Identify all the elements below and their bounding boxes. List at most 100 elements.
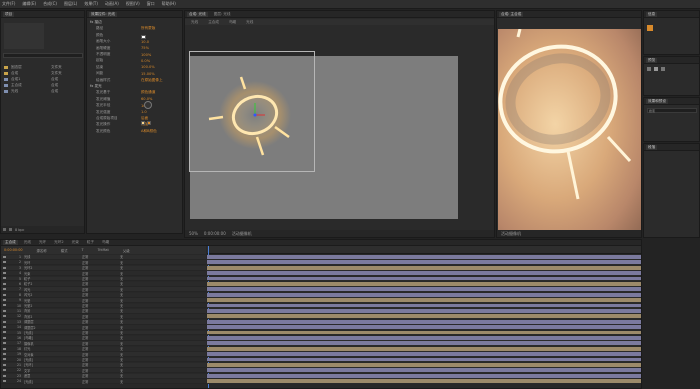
visibility-eye-icon[interactable] [3,293,6,296]
layer-mode[interactable]: 正常 [82,341,120,346]
visibility-eye-icon[interactable] [3,255,6,258]
visibility-eye-icon[interactable] [3,304,6,307]
layer-parent[interactable]: 无 [120,325,123,330]
visibility-eye-icon[interactable] [3,353,6,356]
new-folder-icon[interactable] [9,228,12,231]
zoom-level[interactable]: 50% [189,231,198,236]
current-time[interactable]: 0:00:00:00 [204,231,226,236]
timeline-tab[interactable]: 主合成 [3,240,18,245]
layer-parent[interactable]: 无 [120,287,123,292]
layer-name[interactable]: 粒子2 [24,281,82,286]
effect-property-row[interactable]: 合成原始项目 后面 [87,116,182,121]
layer-mode[interactable]: 正常 [82,379,120,384]
layer-parent[interactable]: 无 [120,368,123,373]
layer-name[interactable]: [光线] [24,357,82,362]
layer-parent[interactable]: 无 [120,319,123,324]
layer-name[interactable]: 闪光 [24,287,82,292]
layer-name[interactable]: 摄像机 [24,341,82,346]
layer-parent[interactable]: 无 [120,357,123,362]
menu-window[interactable]: 窗口 [147,1,155,7]
layer-mode[interactable]: 正常 [82,298,120,303]
menu-composition[interactable]: 合成(C) [43,1,57,7]
visibility-eye-icon[interactable] [3,309,6,312]
layer-name[interactable]: 闪光2 [24,292,82,297]
layer-name[interactable]: 光线 [24,254,82,259]
layer-name[interactable]: 光晕2 [24,303,82,308]
layer-parent[interactable]: 无 [120,314,123,319]
comp-subtab[interactable]: 光线 [189,20,200,25]
visibility-eye-icon[interactable] [3,331,6,334]
effect-property-value[interactable]: 75% [141,46,149,50]
layer-name[interactable]: 光晕 [24,298,82,303]
effect-property-row[interactable]: 颜色 [87,33,182,38]
layer-parent[interactable]: 无 [120,341,123,346]
tab-composition[interactable]: 合成: 光线 [187,11,208,17]
layer-parent[interactable]: 无 [120,362,123,367]
visibility-eye-icon[interactable] [3,261,6,264]
layer-parent[interactable]: 无 [120,271,123,276]
effect-property-value[interactable]: 1.0 [141,110,147,114]
effect-property-row[interactable]: fx 发光 [87,84,182,89]
layer-name[interactable]: 光束 [24,271,82,276]
effect-property-row[interactable]: 不透明度 100% [87,52,182,57]
visibility-eye-icon[interactable] [3,380,6,383]
bit-depth-label[interactable]: 8 bpc [15,228,24,232]
layer-mode[interactable]: 正常 [82,325,120,330]
layer-mode[interactable]: 正常 [82,265,120,270]
time-ruler[interactable] [207,246,641,254]
layer-duration-bar[interactable] [207,314,641,320]
effect-property-row[interactable]: 发光强度 1.0 [87,110,182,115]
first-frame-icon[interactable] [647,67,651,71]
color-swatch-a[interactable] [141,121,145,125]
layer-name[interactable]: 背景2 [24,314,82,319]
layer-name[interactable]: 灯光 [24,346,82,351]
effects-search-input[interactable]: 搜索 [647,108,697,113]
visibility-eye-icon[interactable] [3,272,6,275]
layer-duration-bar[interactable] [207,325,641,330]
layer-parent[interactable]: 无 [120,303,123,308]
layer-parent[interactable]: 无 [120,265,123,270]
layer-mode[interactable]: 正常 [82,362,120,367]
layer-duration-bar[interactable] [207,368,641,374]
visibility-eye-icon[interactable] [3,282,6,285]
visibility-eye-icon[interactable] [3,358,6,361]
layer-mode[interactable]: 正常 [82,373,120,378]
layer-name[interactable]: 调整层 [24,319,82,324]
layer-mode[interactable]: 正常 [82,303,120,308]
layer-duration-bar[interactable] [207,336,641,341]
layer-parent[interactable]: 无 [120,298,123,303]
effect-property-row[interactable]: 发光阈值 60.0% [87,97,182,102]
timeline-layer-row[interactable]: 24 [光线] 正常无 [1,379,206,384]
menu-layer[interactable]: 图层(L) [64,1,77,7]
effect-property-value[interactable]: A和B颜色 [141,129,157,134]
layer-parent[interactable]: 无 [120,373,123,378]
visibility-eye-icon[interactable] [3,320,6,323]
visibility-eye-icon[interactable] [3,266,6,269]
effect-property-row[interactable]: 发光颜色 A和B颜色 [87,129,182,134]
layer-mode[interactable]: 正常 [82,368,120,373]
layer-name[interactable]: [光线] [24,330,82,335]
layer-mode[interactable]: 正常 [82,276,120,281]
effect-property-value[interactable]: 所有蒙版 [141,26,155,31]
play-icon[interactable] [654,67,658,71]
layer-name[interactable]: [光线] [24,379,82,384]
layer-parent[interactable]: 无 [120,330,123,335]
menu-edit[interactable]: 编辑(E) [22,1,36,7]
layer-mode[interactable]: 正常 [82,260,120,265]
project-item[interactable]: 合成1 合成 [1,77,84,82]
layer-duration-bar[interactable] [207,255,641,260]
angle-dial[interactable] [144,101,152,109]
layer-duration-bar[interactable] [207,265,641,271]
visibility-eye-icon[interactable] [3,363,6,366]
effect-property-value[interactable]: 颜色通道 [141,90,155,95]
tab-info[interactable]: 信息 [646,11,658,17]
layer-duration-bar[interactable] [207,379,641,384]
project-item[interactable]: 固态层 文件夹 [1,65,84,70]
effect-property-row[interactable]: 起始 0.0% [87,58,182,63]
visibility-eye-icon[interactable] [3,277,6,280]
color-swatch[interactable] [141,35,146,39]
visibility-eye-icon[interactable] [3,288,6,291]
timeline-tab[interactable]: 光束 [70,240,81,245]
effect-property-value[interactable]: 在原始图像上 [141,78,163,83]
layer-parent[interactable]: 无 [120,308,123,313]
